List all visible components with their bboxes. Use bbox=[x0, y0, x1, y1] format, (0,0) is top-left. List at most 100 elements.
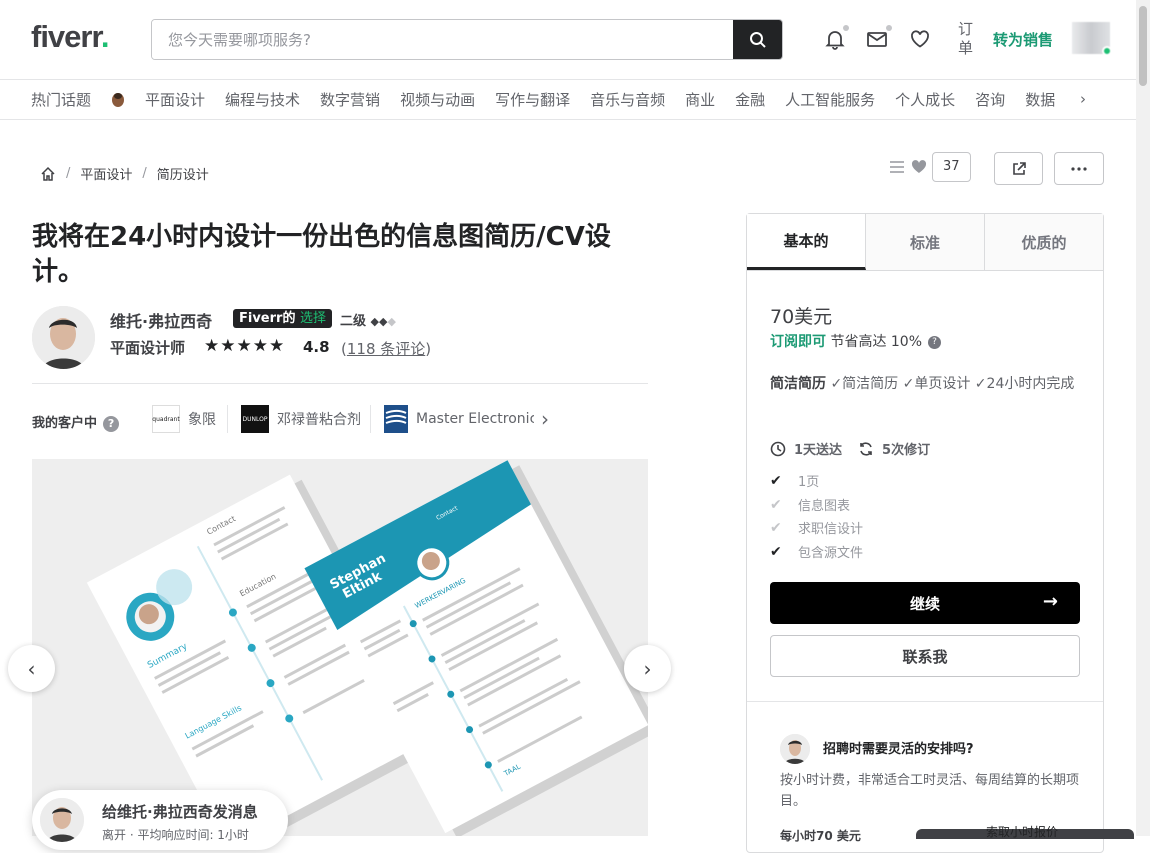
hourly-quote-bar[interactable]: 索取小时报价 bbox=[916, 825, 1134, 839]
category-item[interactable]: 人工智能服务 bbox=[785, 89, 875, 110]
category-item[interactable]: 音乐与音频 bbox=[590, 89, 665, 110]
user-avatar[interactable] bbox=[1072, 22, 1112, 56]
heart-filled-icon[interactable] bbox=[910, 159, 928, 175]
search-input[interactable] bbox=[152, 20, 734, 59]
seller-name[interactable]: 维托·弗拉西奇 bbox=[110, 308, 212, 332]
category-item[interactable]: 个人成长 bbox=[895, 89, 955, 110]
package-card: 基本的 标准 优质的 70美元 订阅即可 节省高达 10%? 简洁简历 ✓简洁简… bbox=[746, 213, 1104, 853]
home-icon[interactable] bbox=[40, 166, 56, 182]
gig-gallery[interactable]: Summary Education Contact Language Skill… bbox=[32, 459, 648, 836]
scrollbar-thumb[interactable] bbox=[1139, 6, 1147, 86]
breadcrumb-graphics-design[interactable]: 平面设计 bbox=[80, 164, 132, 183]
check-icon: ✔ bbox=[770, 519, 782, 536]
category-item[interactable]: 编程与技术 bbox=[225, 89, 300, 110]
category-nav: 热门话题 平面设计 编程与技术 数字营销 视频与动画 写作与翻译 音乐与音频 商… bbox=[0, 80, 1136, 120]
search-button[interactable] bbox=[733, 20, 782, 59]
resume-preview-image: Summary Education Contact Language Skill… bbox=[32, 459, 648, 836]
package-description: 简洁简历 ✓简洁简历 ✓单页设计 ✓24小时内完成 bbox=[770, 376, 1075, 392]
tab-basic[interactable]: 基本的 bbox=[747, 214, 866, 270]
category-item[interactable]: 写作与翻译 bbox=[495, 89, 570, 110]
likes-count: 37 bbox=[932, 152, 971, 182]
like-group: 37 bbox=[888, 152, 971, 182]
clients-next-icon[interactable]: › bbox=[541, 405, 549, 433]
orders-link[interactable]: 订单 bbox=[958, 20, 976, 58]
delivery-info: 1天送达 5次修订 bbox=[770, 439, 930, 458]
divider bbox=[370, 405, 371, 433]
check-icon: ✔ bbox=[770, 496, 782, 513]
breadcrumb-resume-design[interactable]: 简历设计 bbox=[157, 164, 209, 183]
seller-avatar[interactable] bbox=[32, 306, 95, 369]
breadcrumb: / 平面设计 / 简历设计 bbox=[40, 164, 209, 183]
subscribe-link[interactable]: 订阅即可 bbox=[770, 334, 826, 350]
tab-premium[interactable]: 优质的 bbox=[985, 214, 1103, 270]
arrow-right-icon: → bbox=[1042, 591, 1058, 612]
quadrant-logo: quadrant bbox=[152, 405, 180, 433]
contact-me-button[interactable]: 联系我 bbox=[770, 635, 1080, 677]
subscribe-save: 订阅即可 节省高达 10%? bbox=[770, 331, 942, 351]
category-item[interactable]: 商业 bbox=[685, 89, 715, 110]
category-item[interactable]: 平面设计 bbox=[145, 89, 205, 110]
category-item[interactable]: 视频与动画 bbox=[400, 89, 475, 110]
gallery-next-button[interactable]: › bbox=[624, 645, 671, 692]
dunlop-logo: DUNLOP bbox=[241, 405, 269, 433]
help-icon[interactable]: ? bbox=[928, 335, 942, 349]
online-indicator bbox=[1102, 46, 1112, 56]
category-item[interactable]: 数字营销 bbox=[320, 89, 380, 110]
more-options-button[interactable] bbox=[1054, 152, 1104, 185]
client-master-electronic[interactable]: Master Electronic bbox=[384, 405, 534, 433]
help-icon[interactable]: ? bbox=[103, 415, 120, 432]
bell-icon[interactable] bbox=[824, 28, 846, 50]
refresh-icon bbox=[860, 441, 872, 456]
tab-standard[interactable]: 标准 bbox=[866, 214, 985, 270]
divider bbox=[32, 383, 648, 384]
check-icon: ✔ bbox=[770, 543, 782, 560]
feature-item: ✔ 1页 bbox=[770, 472, 820, 491]
continue-button[interactable]: 继续 → bbox=[770, 582, 1080, 624]
search-bar bbox=[151, 19, 783, 60]
message-status: 离开 · 平均响应时间: 1小时 bbox=[102, 828, 249, 842]
fiverr-choice-badge: Fiverr的 选择 bbox=[233, 309, 332, 328]
clients-label: 我的客户中? bbox=[32, 412, 120, 432]
category-item[interactable]: 咨询 bbox=[975, 89, 1005, 110]
message-seller-pill[interactable]: 给维托·弗拉西奇发消息 离开 · 平均响应时间: 1小时 bbox=[32, 790, 288, 850]
divider bbox=[227, 405, 228, 433]
category-next-icon[interactable]: › bbox=[1080, 90, 1086, 108]
page-scrollbar[interactable] bbox=[1136, 0, 1150, 836]
hourly-title: 招聘时需要灵活的安排吗? bbox=[823, 742, 974, 757]
trending-emoji-icon bbox=[112, 93, 125, 107]
feature-item: ✔ 信息图表 bbox=[770, 496, 851, 515]
client-quadrant[interactable]: quadrant 象限 bbox=[152, 405, 216, 433]
client-dunlop[interactable]: DUNLOP 邓禄普粘合剂 bbox=[241, 405, 361, 433]
package-price: 70美元 bbox=[770, 306, 833, 328]
gallery-prev-button[interactable]: ‹ bbox=[8, 645, 55, 692]
top-header: fiverr. 订单 转为销售 bbox=[0, 0, 1136, 80]
feature-item: ✔ 求职信设计 bbox=[770, 519, 864, 538]
check-icon: ✔ bbox=[770, 472, 782, 489]
mail-badge bbox=[886, 25, 892, 31]
become-seller-link[interactable]: 转为销售 bbox=[993, 29, 1053, 50]
divider bbox=[747, 701, 1103, 702]
category-item[interactable]: 数据 bbox=[1025, 89, 1055, 110]
category-trending[interactable]: 热门话题 bbox=[31, 89, 125, 110]
list-icon[interactable] bbox=[888, 159, 906, 175]
ellipsis-icon bbox=[1071, 166, 1087, 171]
rating-stars: ★★★★★ bbox=[204, 336, 286, 356]
reviews-link[interactable]: (118 条评论) bbox=[341, 338, 431, 359]
share-button[interactable] bbox=[994, 152, 1043, 185]
seller-avatar-small bbox=[40, 798, 84, 842]
seller-level: 二级 ◆◆◆ bbox=[340, 314, 396, 329]
share-icon bbox=[1012, 161, 1026, 175]
heart-icon[interactable] bbox=[909, 28, 931, 50]
search-icon bbox=[749, 31, 766, 48]
mail-icon[interactable] bbox=[866, 28, 888, 50]
package-tabs: 基本的 标准 优质的 bbox=[747, 214, 1103, 271]
master-electronic-logo bbox=[384, 405, 408, 433]
bell-badge bbox=[843, 25, 849, 31]
hourly-description: 按小时计费，非常适合工时灵活、每周结算的长期项目。 bbox=[780, 773, 1080, 809]
category-item[interactable]: 金融 bbox=[735, 89, 765, 110]
message-title: 给维托·弗拉西奇发消息 bbox=[102, 803, 258, 821]
seller-avatar-small bbox=[780, 734, 810, 764]
rating-value: 4.8 bbox=[303, 338, 330, 356]
clock-icon bbox=[770, 441, 786, 456]
fiverr-logo[interactable]: fiverr. bbox=[31, 19, 109, 55]
